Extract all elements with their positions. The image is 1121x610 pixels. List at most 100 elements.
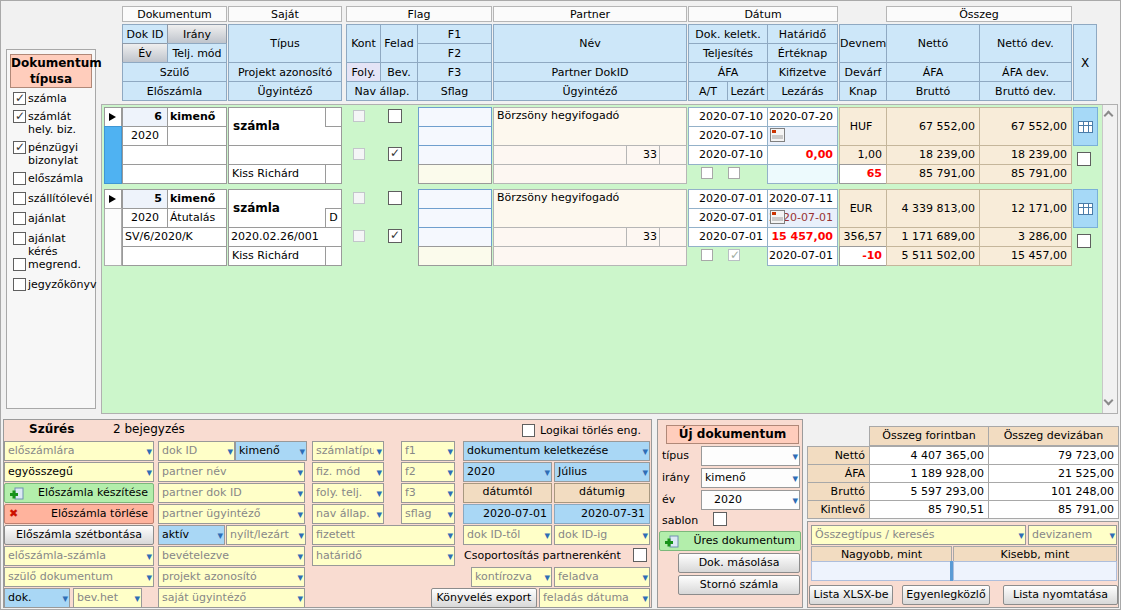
doctype-penzugyi-checkbox[interactable] <box>13 141 26 154</box>
filter-datumig-value[interactable]: 2020-07-31 <box>554 504 650 524</box>
filter-folyteij-select[interactable]: foly. telj. <box>312 483 384 503</box>
record1-knap[interactable]: 65 <box>839 164 887 184</box>
record1-irany[interactable]: kimenő <box>167 107 227 127</box>
record2-afadev[interactable]: 3 286,00 <box>979 227 1072 247</box>
col-brutto[interactable]: Bruttó <box>886 81 980 101</box>
filter-eloszamlara-select[interactable]: előszámlára <box>4 441 154 461</box>
record1-f2-field[interactable] <box>418 126 492 146</box>
ures-dokumentum-button[interactable]: Üres dokumentum <box>659 531 801 551</box>
filter-projektazon-select[interactable]: projekt azonosító <box>158 567 305 587</box>
record2-ugyintezo-flag[interactable] <box>325 246 342 266</box>
filter-partnerdokid-select[interactable]: partner dok ID <box>158 483 305 503</box>
col-devnem[interactable]: Devnem <box>839 24 887 63</box>
record2-netto[interactable]: 4 339 813,00 <box>886 189 980 228</box>
record1-calendar-icon[interactable] <box>770 128 785 142</box>
col-navallap[interactable]: Nav állap. <box>346 81 418 101</box>
record1-partner-ugyintezo[interactable] <box>493 164 687 184</box>
col-nev[interactable]: Név <box>493 24 687 63</box>
filter-honap-select[interactable]: Július <box>554 462 650 482</box>
record2-lezaras[interactable]: 2020-07-01 <box>767 246 838 266</box>
konyveles-export-button[interactable]: Könyvelés export <box>431 588 537 608</box>
record2-devnem[interactable]: EUR <box>839 189 887 228</box>
col-dokkeletk[interactable]: Dok. keletk. <box>688 24 768 44</box>
filter-eloszamlaszamla-select[interactable]: előszámla-számla <box>4 546 154 566</box>
col-sflag[interactable]: Sflag <box>417 81 492 101</box>
search-currency-select[interactable]: devizanem <box>1028 525 1117 545</box>
filter-sajatugyintezo-select[interactable]: saját ügyintéző <box>158 588 305 608</box>
filter-fizmod-select[interactable]: fiz. mód <box>312 462 384 482</box>
col-netto[interactable]: Nettó <box>886 24 980 63</box>
doctype-megrend-checkbox[interactable] <box>13 258 26 271</box>
record1-dokid[interactable]: 6 <box>122 107 168 127</box>
col-erteknap[interactable]: Értéknap <box>767 43 838 63</box>
new-doc-ev-select[interactable]: 2020 <box>701 490 800 510</box>
col-f3[interactable]: F3 <box>417 62 492 82</box>
record2-felad-checkbox[interactable] <box>388 191 402 205</box>
group-by-partner-checkbox[interactable] <box>633 548 647 562</box>
record1-bruttodev[interactable]: 85 791,00 <box>979 164 1072 184</box>
record2-nettodev[interactable]: 12 171,00 <box>979 189 1072 228</box>
col-f2[interactable]: F2 <box>417 43 492 63</box>
record2-bruttodev[interactable]: 15 457,00 <box>979 246 1072 266</box>
record1-ugyintezo[interactable]: Kiss Richárd <box>228 164 327 184</box>
record1-afadatum[interactable]: 2020-07-10 <box>688 145 768 165</box>
record2-projekt[interactable]: 2020.02.26/001 <box>228 227 342 247</box>
doctype-jegyzokonyv-checkbox[interactable] <box>13 278 26 291</box>
col-f1[interactable]: F1 <box>417 24 492 44</box>
filter-ev-select[interactable]: 2020 <box>463 462 552 482</box>
record1-szulo[interactable] <box>122 145 227 165</box>
egyenlegkozlo-button[interactable]: Egyenlegközlő <box>902 585 990 605</box>
doctype-ajanlat-checkbox[interactable] <box>13 212 26 225</box>
record1-selection-bar[interactable] <box>104 126 122 184</box>
record1-partnerdokid[interactable] <box>493 145 627 165</box>
record1-lezaras[interactable] <box>767 164 838 184</box>
col-teljmod[interactable]: Telj. mód <box>167 43 227 63</box>
filter-dokidig-select[interactable]: dok ID-ig <box>554 525 650 545</box>
record2-brutto[interactable]: 5 511 502,00 <box>886 246 980 266</box>
record2-selection-bar[interactable] <box>104 208 122 266</box>
record2-partnerdokid-num[interactable]: 33 <box>626 227 660 247</box>
new-doc-sablon-checkbox[interactable] <box>713 512 727 526</box>
record2-partner-ugyintezo[interactable] <box>493 246 687 266</box>
filter-hatarido-select[interactable]: határidő <box>312 546 455 566</box>
col-x[interactable]: X <box>1073 24 1097 101</box>
record1-f3-field[interactable] <box>418 145 492 165</box>
filter-bevetelezve-select[interactable]: bevételezve <box>158 546 305 566</box>
col-nettodev[interactable]: Nettó dev. <box>979 24 1072 63</box>
record2-knap[interactable]: -10 <box>839 246 887 266</box>
record1-afadev[interactable]: 18 239,00 <box>979 145 1072 165</box>
record2-partnerdokid2[interactable] <box>659 227 687 247</box>
vertical-scrollbar[interactable] <box>1102 105 1117 413</box>
filter-datumtol-value[interactable]: 2020-07-01 <box>463 504 552 524</box>
col-kont[interactable]: Kont <box>346 24 381 63</box>
new-doc-tipus-select[interactable] <box>701 446 800 466</box>
col-knap[interactable]: Knap <box>839 81 887 101</box>
search-lt-input[interactable] <box>953 561 1117 581</box>
record2-tipus-flag[interactable]: D <box>325 208 342 228</box>
record1-tipus-flag[interactable] <box>325 107 342 127</box>
record1-devnem[interactable]: HUF <box>839 107 887 146</box>
col-bev[interactable]: Bev. <box>380 62 418 82</box>
record2-teljesites[interactable]: 2020-07-01 <box>688 208 768 228</box>
record2-select-checkbox[interactable] <box>1077 234 1091 248</box>
doctype-eloszamla-checkbox[interactable] <box>13 172 26 185</box>
record1-partnerdokid-num[interactable]: 33 <box>626 145 660 165</box>
storno-szamla-button[interactable]: Stornó számla <box>678 575 800 595</box>
record2-eloszamla[interactable] <box>122 246 227 266</box>
record2-ugyintezo[interactable]: Kiss Richárd <box>228 246 327 266</box>
filter-feladasdatum-select[interactable]: feladás dátuma <box>539 588 650 608</box>
col-foly[interactable]: Foly. <box>346 62 381 82</box>
record1-partnerdokid2[interactable] <box>659 145 687 165</box>
filter-fizetett-select[interactable]: fizetett <box>312 525 455 545</box>
record1-select-checkbox[interactable] <box>1077 152 1091 166</box>
col-lezart[interactable]: Lezárt <box>727 81 768 101</box>
record2-detail-button[interactable] <box>1073 189 1098 228</box>
record2-partner[interactable]: Börzsöny hegyifogadó <box>493 189 687 228</box>
filter-dokidtol-select[interactable]: dok ID-től <box>463 525 552 545</box>
record2-sflag-field[interactable] <box>418 246 492 266</box>
record2-hatarido[interactable]: 2020-07-11 <box>767 189 838 209</box>
filter-keletkezes-select[interactable]: dokumentum keletkezése <box>463 441 650 461</box>
record2-calendar-icon[interactable] <box>770 210 785 224</box>
doctype-szallitolevel-checkbox[interactable] <box>13 192 26 205</box>
eloszamla-szetbontasa-button[interactable]: Előszámla szétbontása <box>4 525 154 545</box>
